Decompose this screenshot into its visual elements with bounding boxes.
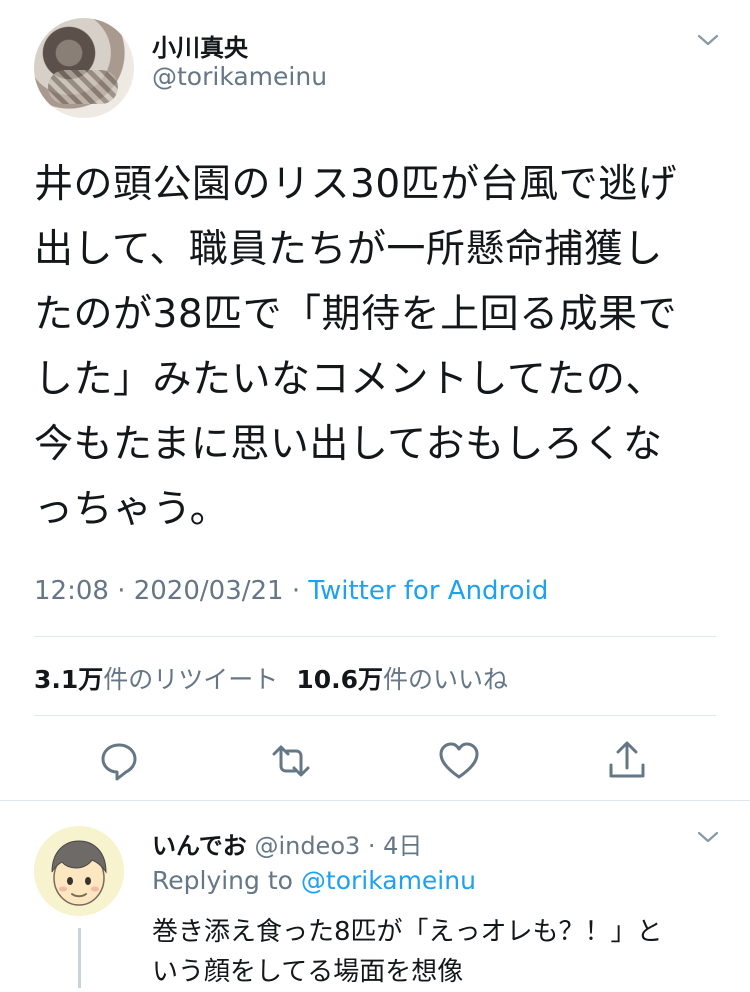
reply-text: 巻き添え食った8匹が「えっオレも？！」と いう顔をしてる場面を想像 [152,912,712,992]
reply-header: いんでお @indeo3 · 4日 [152,826,422,861]
retweets-count: 3.1万 [34,665,104,694]
action-bar [0,738,750,784]
user-handle[interactable]: @torikameinu [152,62,327,91]
tweet-text: 井の頭公園のリス30匹が台風で逃げ 出して、職員たちが一所懸命捕獲し たのが38… [34,152,714,542]
chevron-down-icon[interactable] [696,31,720,49]
tweet-line: 出して、職員たちが一所懸命捕獲し [34,227,663,272]
source-link[interactable]: Twitter for Android [308,576,548,606]
likes-stat[interactable]: 10.6万件のいいね [296,665,508,694]
tweet-line: 今もたまに思い出しておもしろくな [34,422,663,467]
replying-to: Replying to @torikameinu [152,866,476,895]
reply-handle-time[interactable]: @indeo3 · 4日 [247,832,422,860]
tweet-stats: 3.1万件のリツイート 10.6万件のいいね [34,660,508,696]
face-illustration-icon [34,826,124,916]
divider [34,715,716,716]
section-divider [0,800,750,801]
likes-count: 10.6万 [296,665,383,694]
reply-avatar[interactable] [34,826,124,916]
tweet-line: っちゃう。 [34,487,230,532]
retweet-icon[interactable] [268,738,314,784]
reply-icon[interactable] [96,738,142,784]
user-avatar[interactable] [34,18,134,118]
chevron-down-icon[interactable] [696,828,720,846]
reply-display-name[interactable]: いんでお [152,832,247,860]
display-name[interactable]: 小川真央 [152,28,248,63]
replying-prefix: Replying to [152,866,301,895]
thread-line [78,928,81,988]
retweets-label: 件のリツイート [103,665,279,694]
like-icon[interactable] [436,738,482,784]
replying-to-link[interactable]: @torikameinu [301,866,476,895]
tweet-line: たのが38匹で「期待を上回る成果で [34,292,678,337]
likes-label: 件のいいね [383,665,509,694]
reply-line: いう顔をしてる場面を想像 [152,957,464,987]
tweet-meta: 12:08 · 2020/03/21 · Twitter for Android [34,576,548,606]
tweet-line: 井の頭公園のリス30匹が台風で逃げ [34,162,678,207]
tweet-line: した」みたいなコメントしてたの、 [34,357,665,402]
divider [34,636,716,637]
timestamp[interactable]: 12:08 · 2020/03/21 · [34,576,308,606]
share-icon[interactable] [604,738,650,784]
reply-line: 巻き添え食った8匹が「えっオレも？！」と [152,917,663,947]
retweets-stat[interactable]: 3.1万件のリツイート [34,665,278,694]
